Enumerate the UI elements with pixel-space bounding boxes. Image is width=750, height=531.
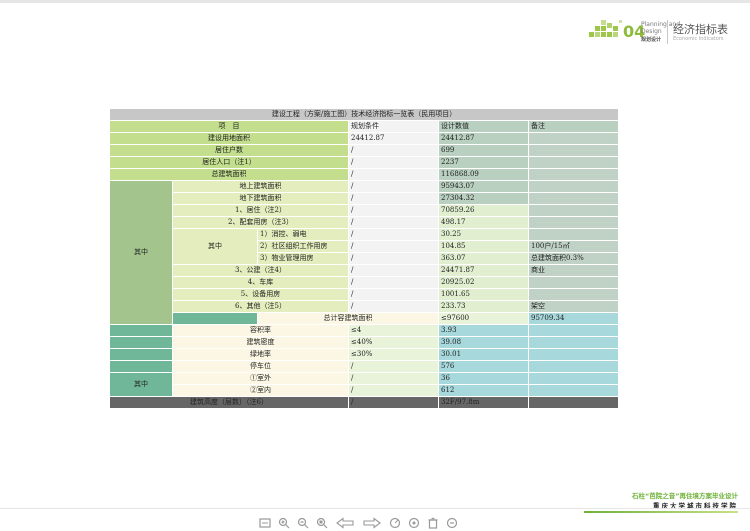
table-row: 总建筑面积 / 116868.09 xyxy=(109,168,620,181)
table-title-row: 建设工程（方案/施工图）技术经济指标一览表（民用项目） xyxy=(108,108,620,121)
section-title: 经济指标表 xyxy=(673,23,728,36)
table-row: 绿地率 ≤30% 30.01 xyxy=(109,348,620,361)
table-row: 6、其他（注5） / 233.73 架空 xyxy=(110,300,620,313)
indicators-table: 建设工程（方案/施工图）技术经济指标一览表（民用项目） 项 目 规划条件 设计数… xyxy=(108,108,620,409)
rotate-icon[interactable] xyxy=(388,516,402,530)
fit-page-icon[interactable] xyxy=(258,516,272,530)
footer-logo: 石柱“芭院之音”再住境方案毕业设计 重庆大学城市科技学院 xyxy=(584,490,738,513)
parking-group-label: 其中 xyxy=(109,372,173,397)
group-label: 其中 xyxy=(109,180,173,325)
section-title-en: Economic Indicators xyxy=(673,36,724,42)
table-row: 4、车库 / 20925.02 xyxy=(110,276,620,289)
table-row: 总计容建筑面积 ≤97600 95709.34 xyxy=(110,312,620,325)
table-row: 居住人口（注1） / 2237 xyxy=(109,156,620,169)
slide-bottom-border xyxy=(0,508,750,509)
table-row: 建设用地面积 24412.87 24412.87 xyxy=(109,132,620,145)
zoom-out-icon[interactable] xyxy=(296,516,310,530)
table-row: 建筑密度 ≤40% 39.08 xyxy=(109,336,620,349)
header-planning: 规划条件 xyxy=(348,120,439,133)
table-row: 3、公建（注4） / 24471.87 商业 xyxy=(110,264,620,277)
table-row: 居住户数 / 699 xyxy=(109,144,620,157)
prev-page-icon[interactable] xyxy=(334,516,356,530)
table-row: 建筑高度（层数）（注6） / 32F/97.8m xyxy=(109,396,620,409)
table-title: 建设工程（方案/施工图）技术经济指标一览表（民用项目） xyxy=(108,108,620,121)
section-logo: 04 Planning and Design 规划设计 经济指标表 Economi… xyxy=(589,20,739,48)
header-design: 设计数值 xyxy=(438,120,529,133)
slide-top-border xyxy=(0,0,750,3)
table-row: 其中 地上建筑面积 / 95943.07 xyxy=(109,180,620,325)
sub-group-label: 其中 xyxy=(172,228,258,265)
footer-project-title: 石柱“芭院之音”再住境方案毕业设计 xyxy=(631,492,738,500)
table-row: 2、配套用房（注3） / 498.17 xyxy=(110,216,620,229)
table-header-row: 项 目 规划条件 设计数值 备注 xyxy=(109,120,620,133)
zoom-in-icon[interactable] xyxy=(277,516,291,530)
table-row: 停车位 / 576 xyxy=(109,360,620,373)
header-item: 项 目 xyxy=(109,120,349,133)
settings-icon[interactable] xyxy=(407,516,421,530)
delete-icon[interactable] xyxy=(426,516,440,530)
viewer-toolbar xyxy=(258,516,459,530)
table-row: 容积率 ≤4 3.93 xyxy=(109,324,620,337)
logo-divider xyxy=(667,20,668,44)
table-row: 其中 1）消控、弱电 / 30.25 xyxy=(110,228,620,265)
zoom-fit-icon[interactable] xyxy=(315,516,329,530)
more-icon[interactable] xyxy=(445,516,459,530)
header-note: 备注 xyxy=(527,120,620,133)
table-row: 1、居住（注2） / 70859.26 xyxy=(110,204,620,217)
footer-bar xyxy=(584,511,738,513)
table-row: 其中 ①室外 / 36 xyxy=(109,372,620,397)
table-row: 地下建筑面积 / 27304.32 xyxy=(110,192,620,205)
table-row: ②室内 / 612 xyxy=(110,384,620,397)
next-page-icon[interactable] xyxy=(361,516,383,530)
table-row: 5、设备用房 / 1001.65 xyxy=(110,288,620,301)
logo-subtitle-cn: 规划设计 xyxy=(641,37,662,43)
